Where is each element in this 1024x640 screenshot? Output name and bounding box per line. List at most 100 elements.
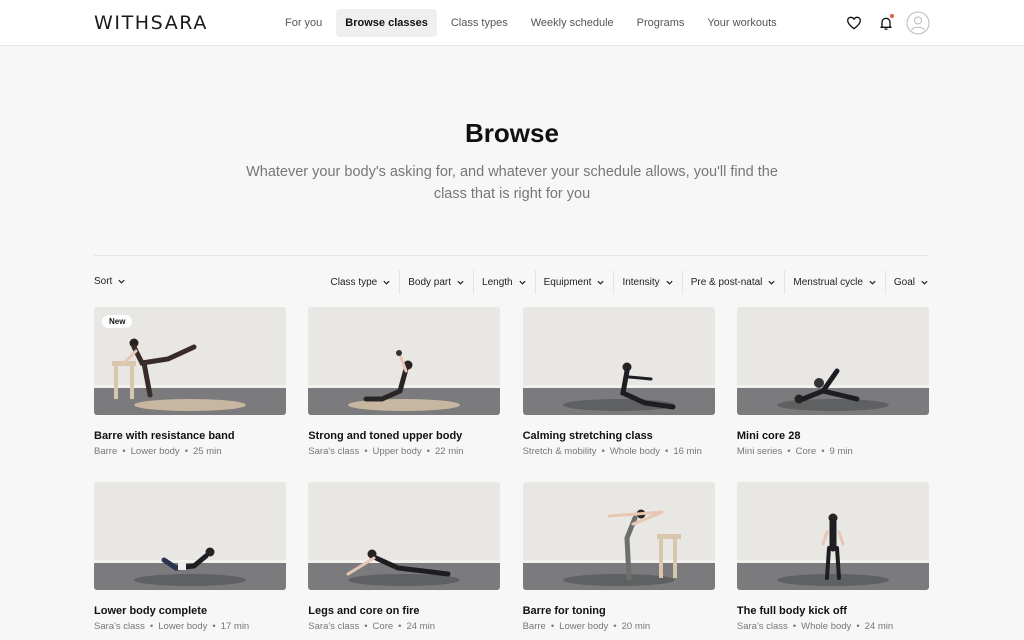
chevron-down-icon bbox=[118, 279, 125, 284]
filter-label: Class type bbox=[330, 276, 378, 288]
chevron-down-icon bbox=[597, 280, 605, 285]
class-grid: New Barre with resistance band Barre • Low… bbox=[94, 307, 929, 632]
class-body-part: Lower body bbox=[559, 621, 609, 632]
page-subtitle: Whatever your body's asking for, and wha… bbox=[246, 164, 778, 202]
class-card[interactable]: Mini core 28 Mini series • Core • 9 min bbox=[736, 307, 929, 457]
chevron-down-icon bbox=[869, 280, 876, 285]
nav-your-workouts[interactable]: Your workouts bbox=[698, 9, 785, 37]
class-title: The full body kick off bbox=[736, 605, 847, 617]
class-duration: 17 min bbox=[220, 621, 250, 632]
filter-label: Body part bbox=[408, 276, 452, 288]
class-duration: 16 min bbox=[673, 446, 702, 457]
chevron-down-icon bbox=[457, 280, 464, 285]
sort-dropdown[interactable]: Sort bbox=[94, 276, 126, 287]
class-body-part: Upper body bbox=[372, 446, 422, 457]
page-title: Browse bbox=[465, 118, 559, 148]
class-meta: Sara's class • Whole body • 24 min bbox=[736, 621, 894, 632]
class-title: Mini core 28 bbox=[736, 430, 801, 442]
filter-bar: Class type Body part Length Equipment In… bbox=[323, 270, 929, 294]
class-category: Sara's class bbox=[308, 621, 360, 632]
filter-label: Menstrual cycle bbox=[793, 276, 863, 288]
filter-intensity[interactable]: Intensity bbox=[613, 270, 681, 294]
class-category: Barre bbox=[94, 446, 118, 457]
class-meta: Sara's class • Upper body • 22 min bbox=[308, 446, 464, 457]
class-duration: 24 min bbox=[864, 621, 894, 632]
notification-dot bbox=[890, 14, 894, 18]
class-thumbnail: New bbox=[94, 307, 286, 415]
class-title: Strong and toned upper body bbox=[308, 430, 463, 442]
class-category: Sara's class bbox=[308, 446, 360, 457]
sort-label: Sort bbox=[94, 276, 113, 287]
filter-label: Length bbox=[482, 276, 513, 288]
class-category: Mini series bbox=[736, 446, 783, 457]
class-meta: Barre • Lower body • 25 min bbox=[94, 446, 222, 457]
class-duration: 22 min bbox=[435, 446, 464, 457]
class-duration: 25 min bbox=[193, 446, 222, 457]
class-category: Sara's class bbox=[94, 621, 145, 632]
class-thumbnail bbox=[308, 482, 501, 590]
class-body-part: Whole body bbox=[801, 621, 852, 632]
class-card[interactable]: New Barre with resistance band Barre • Low… bbox=[94, 307, 286, 457]
class-body-part: Lower body bbox=[130, 446, 180, 457]
filter-goal[interactable]: Goal bbox=[884, 270, 929, 294]
new-badge: New bbox=[102, 315, 133, 328]
class-meta: Mini series • Core • 9 min bbox=[736, 446, 853, 457]
avatar-icon[interactable] bbox=[906, 11, 930, 35]
class-thumbnail bbox=[308, 307, 501, 415]
class-scene-image bbox=[308, 482, 501, 590]
filter-body-part[interactable]: Body part bbox=[399, 270, 473, 294]
class-card[interactable]: Calming stretching class Stretch & mobil… bbox=[522, 307, 715, 457]
class-card[interactable]: Lower body complete Sara's class • Lower b… bbox=[94, 482, 286, 632]
class-body-part: Core bbox=[372, 621, 394, 632]
class-scene-image bbox=[94, 482, 286, 590]
filter-label: Pre & post-natal bbox=[690, 276, 763, 288]
class-thumbnail bbox=[94, 482, 286, 590]
class-card[interactable]: Legs and core on fire Sara's class • Core •… bbox=[308, 482, 501, 632]
class-scene-image bbox=[522, 482, 715, 590]
nav-for-you[interactable]: For you bbox=[276, 9, 331, 37]
nav-browse-classes[interactable]: Browse classes bbox=[336, 9, 437, 37]
filter-class-type[interactable]: Class type bbox=[323, 270, 400, 294]
chevron-down-icon bbox=[921, 280, 928, 285]
class-category: Barre bbox=[522, 621, 546, 632]
class-title: Legs and core on fire bbox=[308, 605, 420, 617]
nav-class-types[interactable]: Class types bbox=[442, 9, 517, 37]
class-duration: 9 min bbox=[829, 446, 853, 457]
class-scene-image bbox=[522, 307, 715, 415]
heart-icon[interactable] bbox=[842, 11, 866, 35]
class-body-part: Lower body bbox=[158, 621, 208, 632]
filter-menstrual-cycle[interactable]: Menstrual cycle bbox=[784, 270, 884, 294]
filter-equipment[interactable]: Equipment bbox=[534, 270, 614, 294]
class-title: Lower body complete bbox=[94, 605, 208, 617]
chevron-down-icon bbox=[519, 280, 526, 285]
class-card[interactable]: Barre for toning Barre • Lower body • 20 min bbox=[522, 482, 715, 632]
class-scene-image bbox=[736, 307, 929, 415]
filter-label: Equipment bbox=[543, 276, 592, 288]
divider bbox=[94, 255, 929, 256]
chevron-down-icon bbox=[383, 280, 390, 285]
class-card[interactable]: The full body kick off Sara's class • Whol… bbox=[736, 482, 929, 632]
class-card[interactable]: Strong and toned upper body Sara's class… bbox=[308, 307, 501, 457]
class-title: Calming stretching class bbox=[522, 430, 653, 442]
class-duration: 24 min bbox=[406, 621, 435, 632]
filter-pre-post-natal[interactable]: Pre & post-natal bbox=[681, 270, 785, 294]
nav-programs[interactable]: Programs bbox=[628, 9, 694, 37]
logo[interactable]: WITHSARA bbox=[94, 12, 208, 34]
class-meta: Sara's class • Lower body • 17 min bbox=[94, 621, 250, 632]
filter-label: Intensity bbox=[622, 276, 660, 288]
class-scene-image bbox=[736, 482, 929, 590]
filter-length[interactable]: Length bbox=[473, 270, 535, 294]
class-thumbnail bbox=[522, 307, 715, 415]
class-thumbnail bbox=[736, 482, 929, 590]
filter-label: Goal bbox=[893, 276, 915, 288]
class-title: Barre with resistance band bbox=[94, 430, 235, 442]
header-actions bbox=[834, 11, 930, 35]
class-thumbnail bbox=[736, 307, 929, 415]
class-duration: 20 min bbox=[621, 621, 651, 632]
class-meta: Sara's class • Core • 24 min bbox=[308, 621, 435, 632]
class-category: Sara's class bbox=[736, 621, 788, 632]
bell-icon[interactable] bbox=[874, 11, 898, 35]
chevron-down-icon bbox=[768, 280, 776, 285]
nav-weekly-schedule[interactable]: Weekly schedule bbox=[522, 9, 623, 37]
class-body-part: Core bbox=[795, 446, 817, 457]
